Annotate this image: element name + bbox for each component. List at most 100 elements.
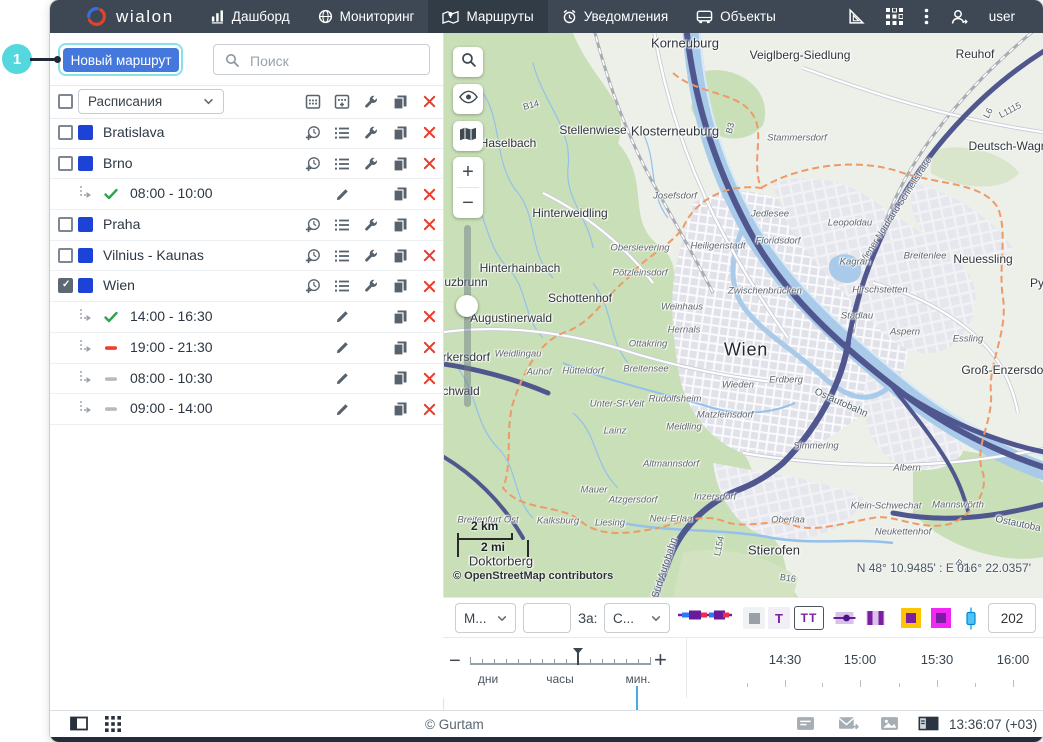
search-input[interactable]	[248, 45, 422, 76]
source-dropdown[interactable]: С...	[604, 603, 670, 633]
wrench-icon[interactable]	[363, 124, 379, 141]
route-row[interactable]: Vilnius - Kaunas	[50, 241, 443, 272]
edit-pencil-icon[interactable]	[334, 186, 350, 203]
delete-icon[interactable]	[421, 93, 437, 110]
magenta-marker-icon[interactable]	[930, 607, 952, 629]
delete-icon[interactable]	[421, 186, 437, 203]
route-row[interactable]: Wien	[50, 271, 443, 302]
user-icon[interactable]	[950, 9, 968, 25]
copy-icon[interactable]	[392, 93, 408, 110]
edit-pencil-icon[interactable]	[334, 401, 350, 418]
delete-icon[interactable]	[421, 308, 437, 325]
tab-routes[interactable]: Маршруты	[428, 0, 547, 33]
row-checkbox[interactable]	[58, 278, 73, 293]
map-canvas[interactable]: KorneuburgVeiglberg-SiedlungReuhofL1115S…	[443, 33, 1043, 597]
copy-icon[interactable]	[392, 247, 408, 264]
schedules-dropdown[interactable]: Расписания	[78, 89, 224, 114]
copy-icon[interactable]	[392, 401, 408, 418]
apps-dots-icon[interactable]	[105, 716, 121, 732]
apps-grid-icon[interactable]	[886, 8, 903, 25]
schedule-row[interactable]: 09:00 - 14:00	[50, 394, 443, 425]
delete-icon[interactable]	[421, 247, 437, 264]
copy-icon[interactable]	[392, 186, 408, 203]
checkpoints-list-icon[interactable]	[334, 278, 350, 295]
kebab-menu-icon[interactable]	[924, 8, 929, 25]
delete-icon[interactable]	[421, 401, 437, 418]
notes-card-icon[interactable]	[796, 716, 815, 731]
tab-units[interactable]: Объекты	[682, 0, 790, 33]
schedule-row[interactable]: 08:00 - 10:30	[50, 364, 443, 395]
map-zoom-slider-handle[interactable]	[456, 295, 478, 317]
cyan-pin-icon[interactable]	[964, 607, 978, 630]
add-schedule-icon[interactable]	[305, 216, 321, 233]
tab-dashboard[interactable]: Дашборд	[196, 0, 304, 33]
wrench-icon[interactable]	[363, 155, 379, 172]
wrench-icon[interactable]	[363, 247, 379, 264]
copy-icon[interactable]	[392, 278, 408, 295]
wrench-icon[interactable]	[363, 278, 379, 295]
slider-marker-icon[interactable]	[833, 607, 856, 629]
delete-icon[interactable]	[421, 278, 437, 295]
timeline-cursor[interactable]	[636, 686, 638, 710]
calendar-icon[interactable]	[305, 93, 321, 110]
tab-monitoring[interactable]: Мониторинг	[304, 0, 429, 33]
mail-forward-icon[interactable]	[838, 716, 859, 731]
copy-icon[interactable]	[392, 370, 408, 387]
delete-icon[interactable]	[421, 155, 437, 172]
add-schedule-icon[interactable]	[305, 124, 321, 141]
copy-icon[interactable]	[392, 308, 408, 325]
row-checkbox[interactable]	[58, 248, 73, 263]
edit-pencil-icon[interactable]	[334, 370, 350, 387]
wrench-icon[interactable]	[363, 216, 379, 233]
new-route-button[interactable]: Новый маршрут	[63, 48, 179, 72]
map-search-button[interactable]	[453, 47, 483, 77]
year-box[interactable]: 202	[988, 603, 1036, 633]
delete-icon[interactable]	[421, 124, 437, 141]
yellow-marker-icon[interactable]	[900, 607, 922, 629]
add-schedule-icon[interactable]	[305, 247, 321, 264]
checkpoints-list-icon[interactable]	[334, 124, 350, 141]
route-row[interactable]: Praha	[50, 210, 443, 241]
copy-icon[interactable]	[392, 339, 408, 356]
zoom-out-button[interactable]: −	[453, 188, 483, 218]
tab-notifications[interactable]: Уведомления	[548, 0, 682, 33]
checkpoints-list-icon[interactable]	[334, 216, 350, 233]
interval-bars-icon[interactable]	[864, 607, 887, 629]
copy-icon[interactable]	[392, 155, 408, 172]
timeline-scale-ruler[interactable]	[470, 663, 650, 665]
wrench-icon[interactable]	[363, 93, 379, 110]
single-label-icon[interactable]: T	[768, 607, 790, 629]
route-track-legend-icon[interactable]	[676, 607, 734, 623]
mode-dropdown[interactable]: М...	[455, 603, 516, 633]
map-layers-button[interactable]	[453, 121, 483, 151]
double-label-icon-selected[interactable]: TT	[794, 606, 824, 630]
add-schedule-icon[interactable]	[305, 278, 321, 295]
timeline-zoom-in[interactable]: +	[654, 647, 667, 673]
image-icon[interactable]	[880, 716, 899, 731]
edit-pencil-icon[interactable]	[334, 339, 350, 356]
map-visibility-button[interactable]	[453, 84, 483, 114]
schedule-row[interactable]: 08:00 - 10:00	[50, 179, 443, 210]
row-checkbox[interactable]	[58, 125, 73, 140]
zoom-in-button[interactable]: +	[453, 157, 483, 187]
schedule-row[interactable]: 19:00 - 21:30	[50, 333, 443, 364]
timeline-value-input[interactable]	[523, 603, 571, 633]
gray-square-icon[interactable]	[743, 607, 765, 629]
user-name-label[interactable]: user	[989, 9, 1015, 24]
copy-icon[interactable]	[392, 216, 408, 233]
copy-icon[interactable]	[392, 124, 408, 141]
select-all-checkbox[interactable]	[58, 94, 73, 109]
route-row[interactable]: Brno	[50, 149, 443, 180]
delete-icon[interactable]	[421, 370, 437, 387]
schedule-row[interactable]: 14:00 - 16:30	[50, 302, 443, 333]
panel-toggle-icon[interactable]	[70, 716, 88, 731]
row-checkbox[interactable]	[58, 217, 73, 232]
route-row[interactable]: Bratislava	[50, 118, 443, 149]
calendar-add-icon[interactable]	[334, 93, 350, 110]
split-view-icon[interactable]	[918, 716, 939, 731]
timeline-zoom-out[interactable]: −	[449, 650, 461, 673]
checkpoints-list-icon[interactable]	[334, 155, 350, 172]
delete-icon[interactable]	[421, 216, 437, 233]
checkpoints-list-icon[interactable]	[334, 247, 350, 264]
edit-pencil-icon[interactable]	[334, 308, 350, 325]
